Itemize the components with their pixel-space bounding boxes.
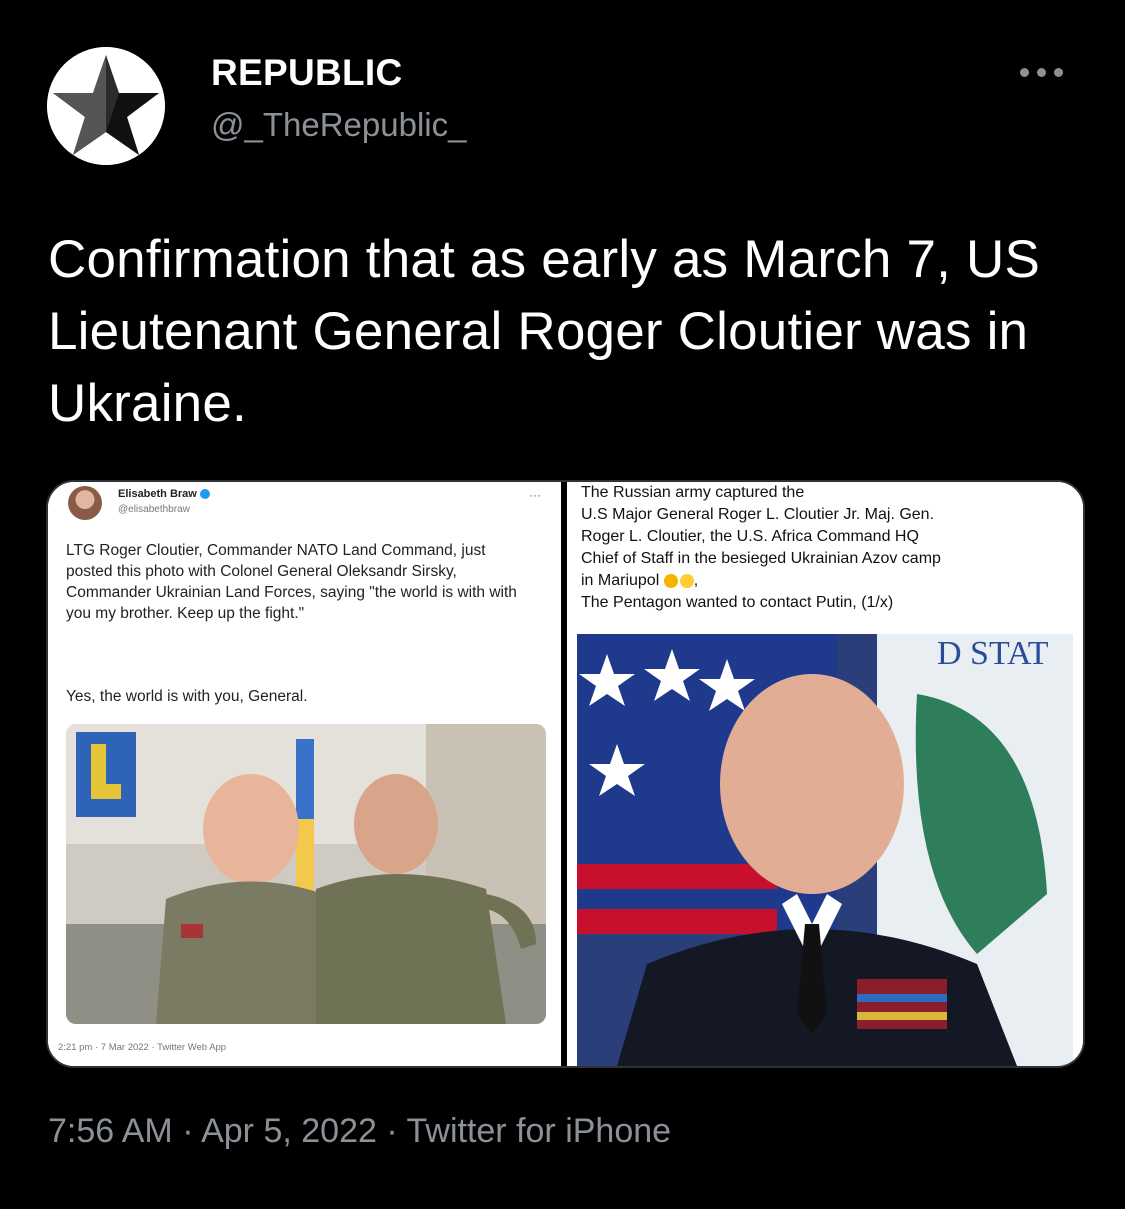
meta-separator: · [172, 1112, 202, 1150]
portrait-illustration: D STAT [577, 634, 1073, 1066]
star-icon [47, 47, 165, 165]
right-text-line-5-end: , [693, 572, 699, 589]
right-panel-text: The Russian army captured the U.S Major … [581, 482, 1071, 614]
embedded-author-name-text: Elisabeth Braw [118, 488, 197, 500]
embedded-avatar [68, 486, 102, 520]
dot-icon [1037, 67, 1046, 77]
right-text-line-2: U.S Major General Roger L. Cloutier Jr. … [581, 506, 935, 523]
right-text-line-5-text: in Mariupol [581, 572, 660, 589]
right-text-line-3: Roger L. Cloutier, the U.S. Africa Comma… [581, 528, 919, 545]
tweet-text: Confirmation that as early as March 7, U… [48, 230, 1041, 433]
meta-separator: · [376, 1112, 407, 1150]
author-avatar[interactable] [47, 47, 165, 165]
dot-icon [1054, 67, 1063, 77]
embedded-more-icon: ··· [529, 488, 541, 502]
embedded-photo-two-generals [66, 724, 546, 1024]
embedded-tweet-text: LTG Roger Cloutier, Commander NATO Land … [66, 542, 517, 622]
photo-illustration [66, 724, 546, 1024]
right-text-line-4: Chief of Staff in the besieged Ukrainian… [581, 550, 941, 567]
user-handle[interactable]: @_TheRepublic_ [211, 106, 466, 144]
media-image-left[interactable]: Elisabeth Braw @elisabethbraw ··· LTG Ro… [48, 482, 561, 1066]
fish-emoji-icon [663, 573, 678, 588]
seal-text: D STAT [937, 635, 1049, 672]
embedded-tweet-text-2: Yes, the world is with you, General. [66, 688, 308, 705]
right-text-line-1: The Russian army captured the [581, 484, 805, 501]
embedded-timestamp: 2:21 pm · 7 Mar 2022 · Twitter Web App [58, 1042, 227, 1053]
embedded-author-handle: @elisabethbraw [118, 504, 190, 515]
tweet-metadata: 7:56 AM · Apr 5, 2022 · Twitter for iPho… [48, 1112, 671, 1151]
tweet-media[interactable]: Elisabeth Braw @elisabethbraw ··· LTG Ro… [46, 480, 1085, 1068]
laughing-emoji-icon [679, 573, 694, 588]
more-options-button[interactable] [1020, 62, 1080, 82]
dot-icon [1020, 67, 1029, 77]
tweet-time[interactable]: 7:56 AM [48, 1112, 173, 1150]
media-image-right[interactable]: The Russian army captured the U.S Major … [567, 482, 1083, 1066]
display-name[interactable]: REPUBLIC [211, 52, 403, 94]
tweet-date[interactable]: Apr 5, 2022 [201, 1112, 377, 1150]
embedded-author-name: Elisabeth Braw [118, 488, 210, 500]
tweet-source[interactable]: Twitter for iPhone [407, 1112, 672, 1150]
right-text-line-6: The Pentagon wanted to contact Putin, (1… [581, 594, 894, 611]
general-portrait-photo: D STAT [577, 634, 1073, 1066]
right-text-line-5: in Mariupol , [581, 570, 1071, 592]
verified-icon [199, 489, 210, 500]
